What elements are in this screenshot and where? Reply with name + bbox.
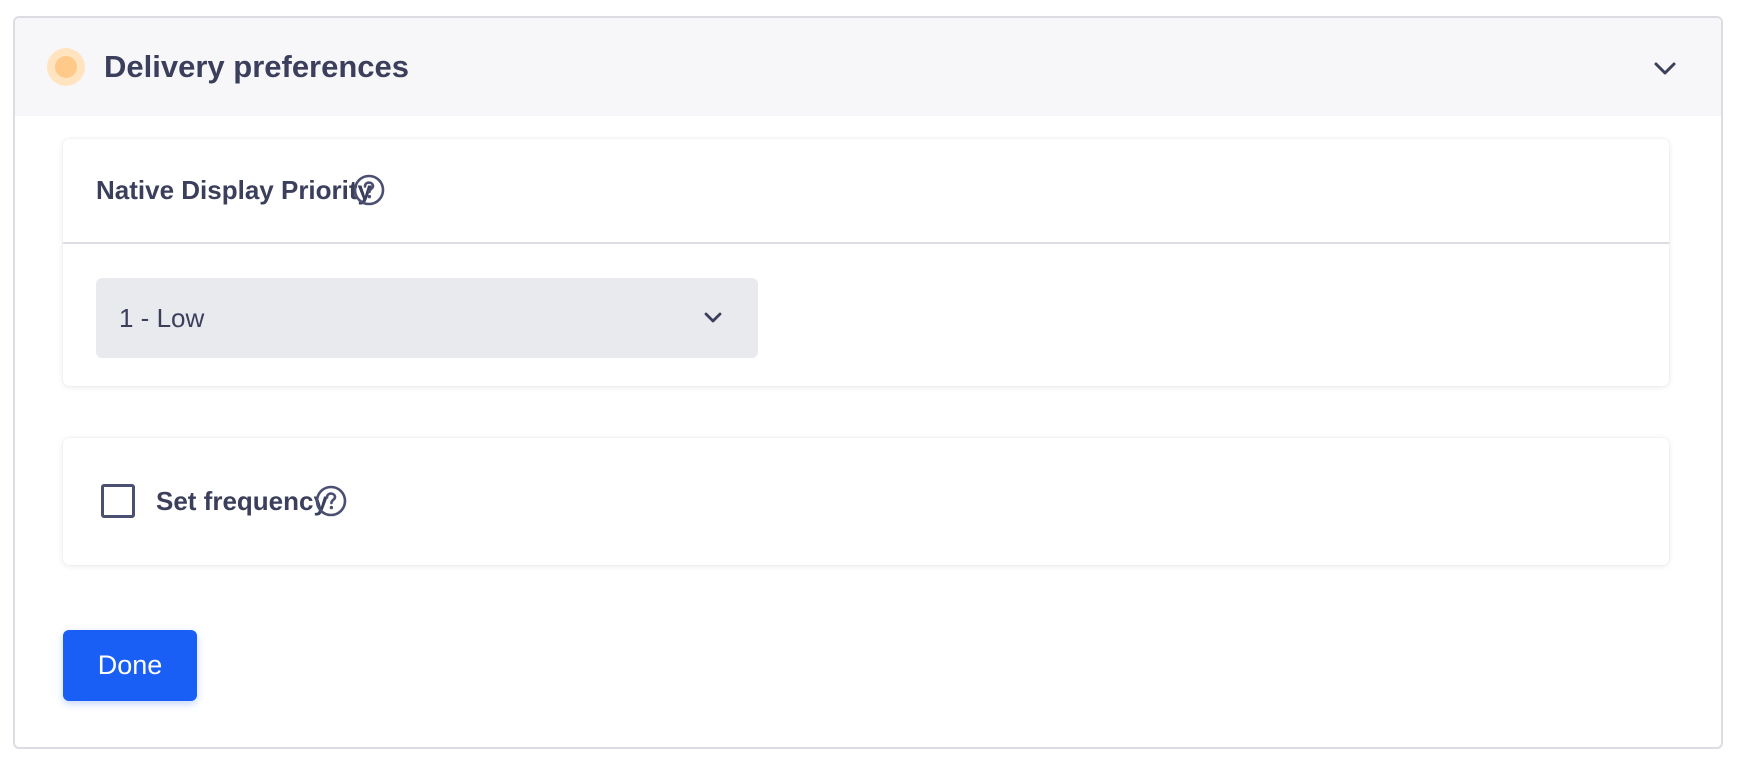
priority-card-header: Native Display Priority	[63, 139, 1669, 244]
delivery-preferences-accordion: Delivery preferences Native Display Prio…	[13, 16, 1723, 749]
question-circle-icon[interactable]	[315, 485, 347, 517]
priority-card: Native Display Priority 1 - Low	[63, 139, 1669, 386]
status-indicator-icon	[47, 48, 85, 86]
section-title: Delivery preferences	[104, 49, 410, 84]
set-frequency-checkbox[interactable]	[101, 484, 135, 518]
question-circle-icon[interactable]	[353, 174, 385, 206]
chevron-up-icon[interactable]	[1651, 54, 1679, 82]
priority-select[interactable]: 1 - Low	[96, 278, 758, 358]
set-frequency-label[interactable]: Set frequency	[156, 484, 328, 518]
done-button[interactable]: Done	[63, 630, 197, 701]
priority-title: Native Display Priority	[96, 175, 372, 205]
chevron-down-icon	[704, 312, 722, 323]
frequency-card: Set frequency	[63, 438, 1669, 565]
accordion-header[interactable]: Delivery preferences	[15, 18, 1721, 116]
priority-select-value: 1 - Low	[119, 303, 205, 333]
